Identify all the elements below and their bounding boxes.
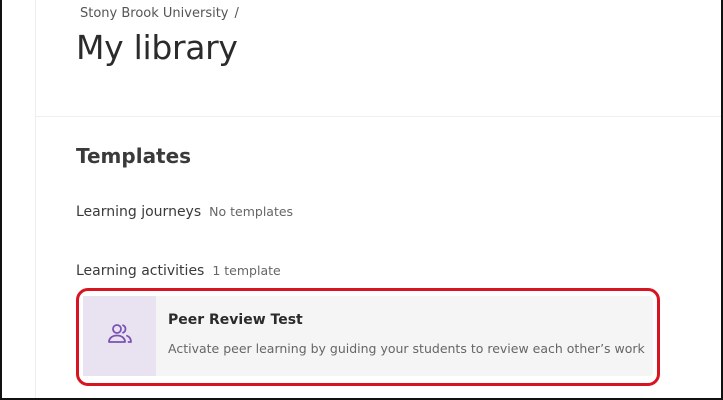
category-label: Learning activities (76, 263, 205, 279)
breadcrumb: Stony Brook University / (80, 6, 239, 21)
template-card-peer-review[interactable]: Peer Review Test Activate peer learning … (83, 296, 653, 376)
template-icon-tile (83, 296, 156, 376)
breadcrumb-item-stony-brook[interactable]: Stony Brook University (80, 6, 229, 21)
people-icon (106, 322, 134, 350)
category-learning-journeys: Learning journeys No templates (76, 204, 293, 220)
page-title: My library (76, 28, 238, 67)
template-card-description: Activate peer learning by guiding your s… (168, 341, 645, 356)
header-divider (36, 116, 721, 117)
content-left-divider (35, 0, 36, 400)
category-count: 1 template (212, 263, 281, 278)
breadcrumb-separator: / (234, 6, 239, 21)
category-label: Learning journeys (76, 204, 202, 220)
category-learning-activities: Learning activities 1 template (76, 263, 281, 279)
templates-heading: Templates (76, 144, 192, 168)
category-count: No templates (209, 204, 294, 219)
template-card-title: Peer Review Test (168, 312, 303, 328)
